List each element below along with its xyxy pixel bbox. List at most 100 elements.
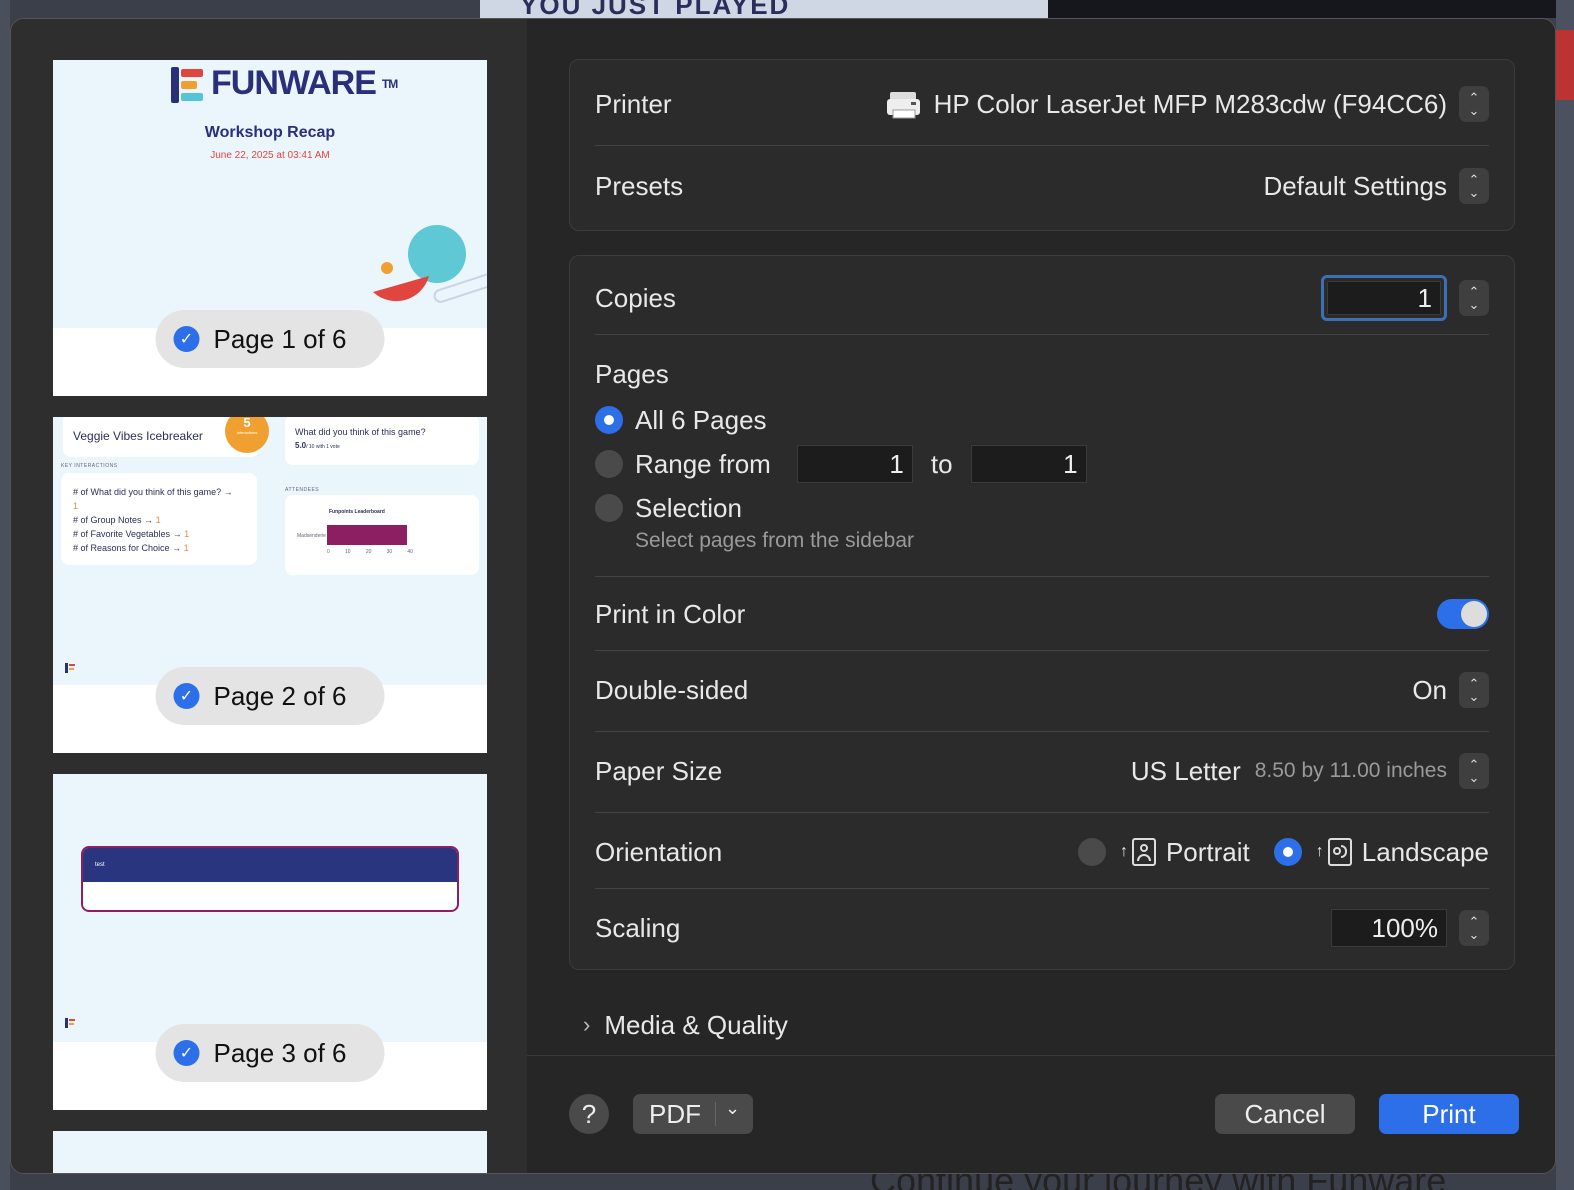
media-quality-disclosure[interactable]: › Media & Quality	[583, 1005, 1532, 1045]
badge-count: 5	[243, 417, 251, 430]
page-thumbnail-1[interactable]: FUNWARE TM Workshop Recap June 22, 2025 a…	[53, 60, 487, 396]
paper-size-label: Paper Size	[595, 755, 723, 786]
selection-hint: Select pages from the sidebar	[635, 529, 914, 552]
checkmark-icon: ✓	[173, 326, 200, 352]
page-3-pill[interactable]: ✓ Page 3 of 6	[155, 1024, 385, 1082]
print-in-color-toggle[interactable]	[1437, 599, 1489, 629]
presets-label: Presets	[595, 170, 684, 201]
double-sided-row[interactable]: Double-sided On ⌃ ⌄	[595, 670, 1489, 710]
printer-popup-chevron-icon[interactable]: ⌃ ⌄	[1459, 86, 1489, 122]
leaderboard-axis: 0 10 20 30 40	[327, 549, 413, 555]
page-paper: test	[53, 774, 487, 1042]
orientation-label: Orientation	[595, 836, 723, 867]
pages-selection-option[interactable]: Selection	[595, 488, 1489, 528]
pdf-divider	[715, 1102, 716, 1126]
pages-all-label: All 6 Pages	[635, 404, 767, 435]
printer-row[interactable]: Printer HP Color LaserJet MFP M283cdw (F…	[595, 84, 1489, 124]
copies-stepper[interactable]: ⌃ ⌄	[1459, 280, 1489, 316]
paper-size-popup-chevron-icon[interactable]: ⌃ ⌄	[1459, 753, 1489, 789]
range-to-label: to	[930, 448, 953, 479]
paper-size-row[interactable]: Paper Size US Letter 8.50 by 11.00 inche…	[595, 751, 1489, 791]
page-2-pill[interactable]: ✓ Page 2 of 6	[155, 667, 385, 725]
separator	[595, 576, 1489, 577]
landscape-radio[interactable]	[1273, 838, 1302, 866]
presets-popup-chevron-icon[interactable]: ⌃ ⌄	[1459, 168, 1489, 204]
print-button[interactable]: Print	[1379, 1094, 1519, 1134]
media-quality-label: Media & Quality	[604, 1009, 788, 1040]
trademark: TM	[381, 76, 398, 91]
copies-label: Copies	[595, 282, 676, 313]
printer-group: Printer HP Color LaserJet MFP M283cdw (F…	[569, 59, 1515, 231]
pages-range-option[interactable]: Range from to	[595, 444, 1489, 484]
funware-mini-logo-icon	[65, 663, 75, 673]
rating-card: What did you think of this game? 5.0/ 10…	[285, 417, 479, 465]
print-dialog: FUNWARE TM Workshop Recap June 22, 2025 a…	[10, 18, 1556, 1174]
rating-value: 5.0	[295, 441, 307, 450]
pages-all-radio[interactable]	[595, 406, 623, 434]
landscape-label: Landscape	[1361, 836, 1489, 867]
double-sided-popup-chevron-icon[interactable]: ⌃ ⌄	[1459, 672, 1489, 708]
pages-selection-radio[interactable]	[595, 494, 623, 522]
arrow-up-icon: ↑	[1315, 843, 1324, 860]
backdrop-right-accent	[1556, 30, 1574, 100]
separator	[595, 812, 1489, 813]
page-paper: Veggie Vibes Icebreaker 5 Interactions W…	[53, 417, 487, 685]
pages-range-radio[interactable]	[595, 450, 623, 478]
backdrop-strip	[0, 0, 10, 1190]
banner-text: test	[83, 848, 457, 882]
page-paper	[53, 1131, 487, 1173]
range-to-input[interactable]	[970, 445, 1087, 483]
landscape-option[interactable]: ↑ Landscape	[1316, 837, 1489, 868]
cancel-button[interactable]: Cancel	[1215, 1094, 1355, 1134]
funware-logo-text: FUNWARE	[211, 64, 377, 102]
double-sided-label: Double-sided	[595, 674, 749, 705]
presets-row[interactable]: Presets Default Settings ⌃ ⌄	[595, 166, 1489, 206]
pdf-menu-button[interactable]: PDF ⌄	[633, 1094, 753, 1134]
page-1-pill[interactable]: ✓ Page 1 of 6	[155, 310, 385, 368]
game-title: Veggie Vibes Icebreaker	[73, 429, 203, 443]
landscape-icon	[1327, 838, 1352, 866]
key-interactions-card: # of What did you think of this game? → …	[61, 473, 257, 565]
portrait-icon	[1131, 838, 1156, 866]
scaling-input[interactable]	[1331, 909, 1447, 947]
pages-range-label: Range from	[635, 448, 771, 479]
page-paper: FUNWARE TM Workshop Recap June 22, 2025 a…	[53, 60, 487, 328]
chevron-down-icon[interactable]: ⌄	[725, 1098, 740, 1119]
arrow-up-icon: ↑	[1119, 843, 1128, 860]
page-3-label: Page 3 of 6	[213, 1037, 347, 1068]
help-button[interactable]: ?	[569, 1094, 609, 1134]
page-1-label: Page 1 of 6	[213, 323, 347, 354]
portrait-option[interactable]: ↑ Portrait	[1120, 837, 1250, 868]
attendees-label: ATTENDEES	[285, 487, 320, 493]
rating-sub: / 10 with 1 vote	[306, 444, 340, 450]
page-2-label: Page 2 of 6	[213, 680, 347, 711]
pages-all-option[interactable]: All 6 Pages	[595, 400, 1489, 440]
copies-input[interactable]	[1327, 281, 1441, 315]
funware-logo: FUNWARE TM	[171, 64, 398, 103]
chevron-right-icon: ›	[583, 1012, 591, 1037]
page-thumbnail-2[interactable]: Veggie Vibes Icebreaker 5 Interactions W…	[53, 417, 487, 753]
leaderboard-bar	[327, 525, 407, 545]
separator	[595, 145, 1489, 146]
portrait-radio[interactable]	[1077, 838, 1106, 866]
leaderboard-title: Funpoints Leaderboard	[329, 509, 385, 515]
recap-title: Workshop Recap	[204, 124, 336, 141]
range-from-input[interactable]	[796, 445, 913, 483]
page-thumbnail-3[interactable]: test ✓ Page 3 of 6	[53, 774, 487, 1110]
key-interactions-label: KEY INTERACTIONS	[61, 463, 118, 469]
interactions-list: # of What did you think of this game? → …	[73, 485, 233, 555]
page-thumbnails-sidebar[interactable]: FUNWARE TM Workshop Recap June 22, 2025 a…	[11, 19, 527, 1173]
page-thumbnail-4[interactable]	[53, 1131, 487, 1173]
pdf-label: PDF	[649, 1098, 701, 1129]
decorative-shapes	[373, 225, 487, 303]
options-group: Copies ⌃⌄ Pages All 6 Pages Range from	[569, 255, 1515, 970]
double-sided-value: On	[1412, 674, 1447, 705]
paper-size-detail: 8.50 by 11.00 inches	[1254, 759, 1447, 782]
print-settings-panel: Printer HP Color LaserJet MFP M283cdw (F…	[527, 19, 1555, 1173]
pages-selection-label: Selection	[635, 492, 742, 523]
scaling-stepper[interactable]: ⌃ ⌄	[1459, 910, 1489, 946]
recap-date: June 22, 2025 at 03:41 AM	[210, 150, 330, 161]
rating-question: What did you think of this game?	[295, 427, 426, 437]
checkmark-icon: ✓	[173, 1040, 200, 1066]
interaction-item: # of Reasons for Choice → 1	[73, 543, 189, 553]
